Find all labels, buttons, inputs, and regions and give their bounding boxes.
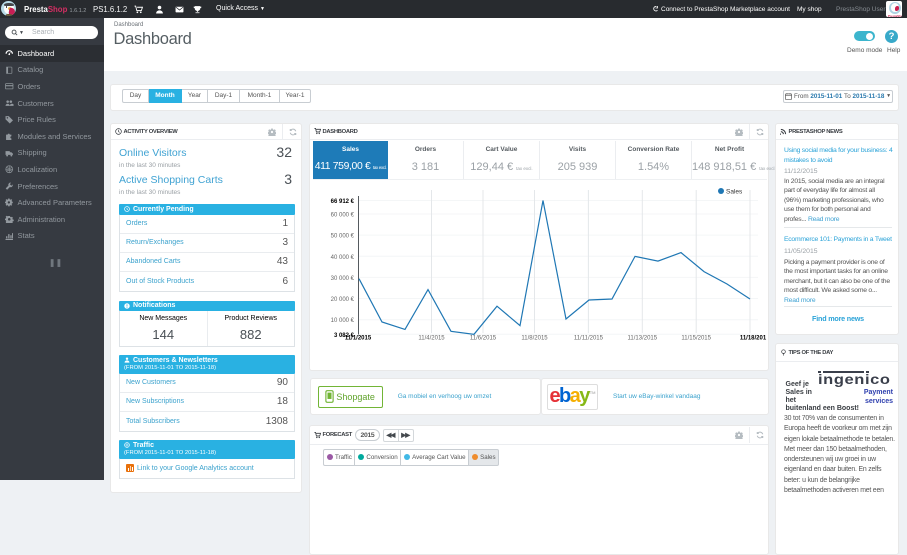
svg-text:11/8/2015: 11/8/2015 [521, 336, 548, 342]
svg-text:10 000 €: 10 000 € [331, 318, 355, 324]
svg-text:11/11/2015: 11/11/2015 [574, 336, 604, 342]
svg-text:11/18/201: 11/18/201 [740, 336, 767, 342]
svg-text:11/15/2015: 11/15/2015 [681, 336, 711, 342]
svg-text:20 000 €: 20 000 € [331, 297, 355, 303]
svg-text:11/13/2015: 11/13/2015 [628, 336, 658, 342]
svg-text:40 000 €: 40 000 € [331, 255, 355, 261]
svg-text:Sales: Sales [726, 189, 743, 196]
svg-text:60 000 €: 60 000 € [331, 213, 355, 219]
svg-text:50 000 €: 50 000 € [331, 234, 355, 240]
svg-text:11/1/2015: 11/1/2015 [345, 336, 372, 342]
svg-text:30 000 €: 30 000 € [331, 276, 355, 282]
svg-text:11/4/2015: 11/4/2015 [418, 336, 445, 342]
svg-text:66 912 €: 66 912 € [331, 199, 355, 205]
svg-text:11/6/2015: 11/6/2015 [470, 336, 497, 342]
